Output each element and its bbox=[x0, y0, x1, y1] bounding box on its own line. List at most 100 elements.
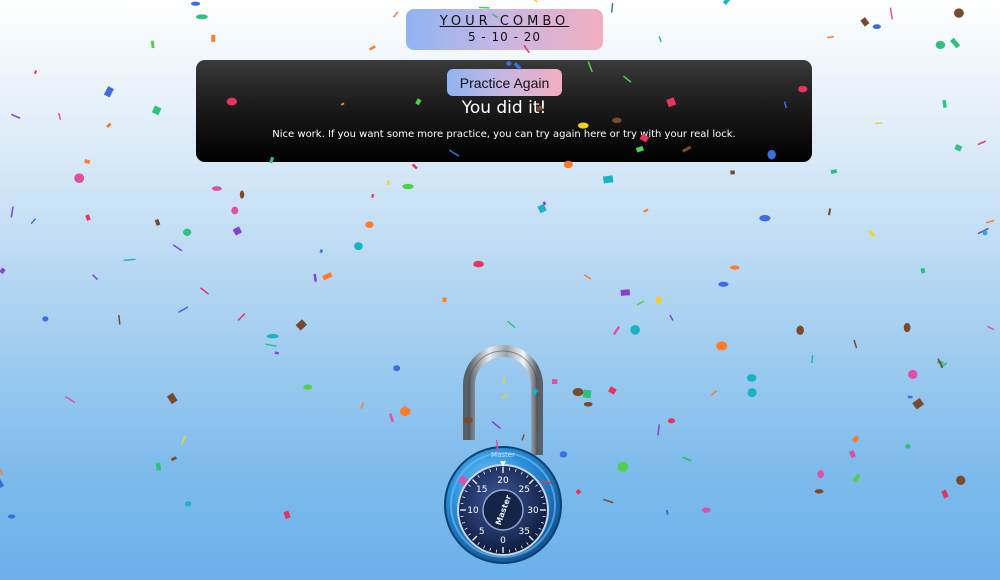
confetti-piece bbox=[852, 473, 861, 483]
success-heading: You did it! bbox=[461, 98, 547, 118]
confetti-piece bbox=[106, 122, 112, 129]
dial-number: 30 bbox=[527, 506, 539, 516]
confetti-piece bbox=[936, 359, 944, 366]
confetti-piece bbox=[442, 297, 447, 303]
confetti-piece bbox=[386, 180, 390, 185]
confetti-piece bbox=[950, 37, 961, 49]
lock-brand-ring: Master bbox=[491, 451, 515, 459]
confetti-piece bbox=[33, 70, 38, 75]
confetti-piece bbox=[369, 45, 376, 51]
confetti-piece bbox=[851, 435, 860, 444]
confetti-piece bbox=[239, 190, 245, 199]
confetti-piece bbox=[669, 314, 674, 321]
confetti-piece bbox=[603, 498, 614, 504]
confetti-piece bbox=[11, 113, 21, 119]
confetti-piece bbox=[84, 159, 91, 164]
confetti-piece bbox=[185, 501, 192, 507]
dial-number: 15 bbox=[476, 485, 487, 495]
confetti-piece bbox=[403, 405, 407, 413]
confetti-piece bbox=[612, 326, 621, 336]
confetti-piece bbox=[402, 183, 414, 190]
confetti-piece bbox=[982, 230, 988, 236]
confetti-piece bbox=[636, 300, 645, 306]
confetti-piece bbox=[322, 272, 333, 281]
confetti-piece bbox=[630, 325, 640, 335]
confetti-piece bbox=[759, 214, 771, 222]
confetti-piece bbox=[74, 173, 85, 184]
confetti-piece bbox=[371, 193, 375, 198]
confetti-piece bbox=[319, 249, 324, 254]
confetti-piece bbox=[199, 287, 209, 295]
confetti-piece bbox=[393, 365, 401, 372]
confetti-piece bbox=[940, 362, 948, 369]
confetti-piece bbox=[0, 468, 3, 476]
confetti-piece bbox=[575, 488, 582, 495]
confetti-piece bbox=[872, 24, 881, 30]
confetti-piece bbox=[123, 258, 136, 261]
confetti-piece bbox=[572, 388, 584, 397]
confetti-piece bbox=[935, 40, 946, 49]
confetti-piece bbox=[190, 1, 201, 6]
confetti-piece bbox=[814, 489, 824, 494]
confetti-piece bbox=[722, 0, 731, 5]
combination-lock[interactable]: Master 05101520253035 Master bbox=[440, 345, 566, 570]
confetti-piece bbox=[667, 418, 676, 424]
confetti-piece bbox=[180, 435, 186, 445]
confetti-piece bbox=[907, 395, 913, 399]
confetti-piece bbox=[830, 169, 838, 175]
confetti-piece bbox=[610, 3, 614, 13]
confetti-piece bbox=[211, 186, 222, 191]
confetti-piece bbox=[875, 122, 883, 125]
confetti-piece bbox=[987, 325, 995, 331]
confetti-piece bbox=[701, 507, 711, 513]
confetti-piece bbox=[860, 17, 870, 27]
confetti-piece bbox=[956, 475, 966, 485]
confetti-piece bbox=[853, 339, 858, 349]
confetti-piece bbox=[977, 140, 986, 146]
confetti-piece bbox=[710, 390, 717, 396]
confetti-piece bbox=[313, 273, 317, 282]
confetti-piece bbox=[889, 7, 894, 20]
confetti-piece bbox=[295, 319, 308, 331]
confetti-piece bbox=[283, 510, 291, 519]
confetti-piece bbox=[542, 201, 547, 206]
dial-number: 35 bbox=[518, 527, 529, 537]
confetti-piece bbox=[912, 397, 925, 410]
success-banner: Practice Again You did it! Nice work. If… bbox=[196, 60, 812, 162]
confetti-piece bbox=[811, 355, 814, 364]
confetti-piece bbox=[155, 462, 162, 471]
confetti-piece bbox=[237, 313, 246, 322]
dial-number: 20 bbox=[497, 476, 509, 486]
confetti-piece bbox=[172, 244, 183, 252]
practice-again-button[interactable]: Practice Again bbox=[447, 69, 562, 96]
confetti-piece bbox=[937, 358, 944, 369]
confetti-piece bbox=[954, 144, 963, 152]
confetti-piece bbox=[905, 443, 911, 449]
combo-value: 5 - 10 - 20 bbox=[467, 30, 542, 44]
confetti-piece bbox=[266, 333, 279, 339]
confetti-piece bbox=[826, 35, 834, 39]
confetti-piece bbox=[303, 384, 313, 390]
confetti-piece bbox=[730, 170, 735, 175]
confetti-piece bbox=[400, 407, 411, 417]
confetti-piece bbox=[354, 242, 363, 251]
confetti-piece bbox=[827, 208, 832, 216]
confetti-piece bbox=[92, 274, 99, 281]
confetti-piece bbox=[506, 320, 516, 329]
confetti-piece bbox=[231, 206, 239, 215]
confetti-piece bbox=[274, 351, 279, 355]
confetti-piece bbox=[608, 386, 617, 395]
confetti-piece bbox=[42, 316, 49, 322]
confetti-piece bbox=[392, 11, 399, 18]
success-message: Nice work. If you want some more practic… bbox=[272, 129, 736, 140]
confetti-piece bbox=[643, 208, 649, 213]
confetti-piece bbox=[953, 8, 964, 18]
confetti-piece bbox=[154, 218, 161, 226]
confetti-piece bbox=[30, 218, 37, 225]
confetti-piece bbox=[166, 392, 178, 405]
confetti-piece bbox=[411, 163, 418, 170]
confetti-piece bbox=[170, 456, 178, 462]
confetti-piece bbox=[529, 0, 538, 3]
confetti-piece bbox=[583, 401, 593, 407]
confetti-piece bbox=[942, 99, 947, 108]
